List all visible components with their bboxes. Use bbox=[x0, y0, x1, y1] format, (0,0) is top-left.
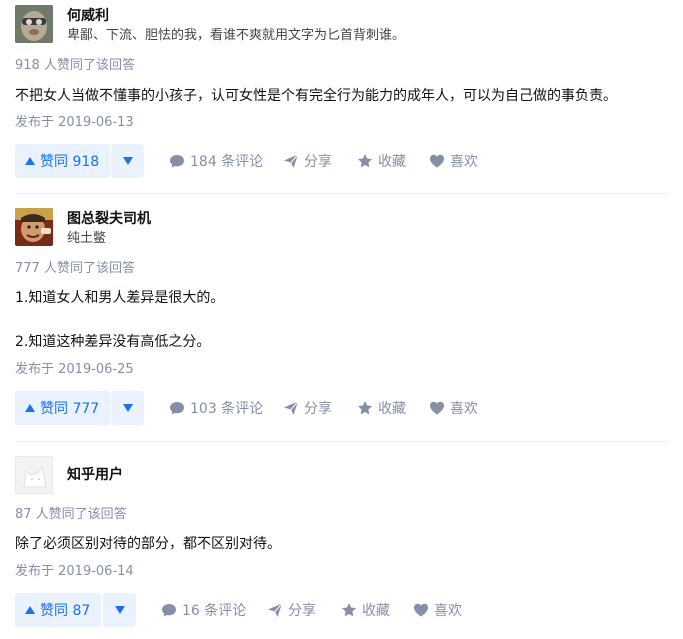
answer-item: 图总裂夫司机 纯土鳖 777 人赞同了该回答 1.知道女人和男人差异是很大的。 … bbox=[15, 208, 668, 425]
action-bar: 赞同 87 16 条评论 分享 收藏 喜欢 bbox=[15, 593, 668, 627]
author-info: 何威利 卑鄙、下流、胆怯的我，看谁不爽就用文字为匕首背刺谁。 bbox=[15, 5, 668, 49]
share-button[interactable]: 分享 bbox=[267, 593, 316, 627]
upvote-label: 赞同 87 bbox=[40, 603, 91, 619]
comments-button[interactable]: 184 条评论 bbox=[169, 144, 263, 178]
favorite-label: 收藏 bbox=[378, 401, 406, 417]
caret-up-icon bbox=[25, 157, 35, 165]
content-paragraph: 1.知道女人和男人差异是很大的。 bbox=[15, 290, 225, 306]
favorite-button[interactable]: 收藏 bbox=[341, 593, 390, 627]
share-button[interactable]: 分享 bbox=[283, 144, 332, 178]
upvote-label: 赞同 918 bbox=[40, 154, 100, 170]
caret-up-icon bbox=[25, 606, 35, 614]
like-label: 喜欢 bbox=[450, 154, 478, 170]
content-paragraph: 除了必须区别对待的部分，都不区别对待。 bbox=[15, 536, 281, 552]
heart-icon bbox=[430, 154, 444, 168]
upvote-button[interactable]: 赞同 87 bbox=[15, 593, 102, 627]
favorite-label: 收藏 bbox=[362, 603, 390, 619]
downvote-button[interactable] bbox=[103, 593, 136, 627]
comments-label: 103 条评论 bbox=[190, 401, 264, 417]
caret-down-icon bbox=[122, 404, 133, 412]
share-icon bbox=[284, 154, 299, 168]
like-button[interactable]: 喜欢 bbox=[413, 593, 462, 627]
avatar[interactable] bbox=[15, 5, 53, 43]
heart-icon bbox=[430, 401, 444, 415]
author-info: 知乎用户 bbox=[15, 456, 668, 500]
share-label: 分享 bbox=[288, 603, 316, 619]
voters-count[interactable]: 777 人赞同了该回答 bbox=[15, 260, 668, 278]
comments-button[interactable]: 16 条评论 bbox=[161, 593, 246, 627]
author-bio: 纯土鳖 bbox=[67, 231, 107, 246]
publish-date[interactable]: 发布于 2019-06-14 bbox=[15, 563, 668, 581]
publish-date[interactable]: 发布于 2019-06-25 bbox=[15, 361, 668, 379]
like-label: 喜欢 bbox=[450, 401, 478, 417]
publish-date[interactable]: 发布于 2019-06-13 bbox=[15, 114, 668, 132]
action-bar: 赞同 777 103 条评论 分享 收藏 喜欢 bbox=[15, 391, 668, 425]
answer-item: 知乎用户 87 人赞同了该回答 除了必须区别对待的部分，都不区别对待。 发布于 … bbox=[15, 456, 668, 627]
action-bar: 赞同 918 184 条评论 分享 收藏 喜欢 bbox=[15, 144, 668, 178]
avatar bbox=[15, 456, 53, 494]
divider bbox=[15, 441, 668, 442]
author-name: 知乎用户 bbox=[67, 467, 123, 483]
like-button[interactable]: 喜欢 bbox=[429, 391, 478, 425]
avatar[interactable] bbox=[15, 208, 53, 246]
comment-icon bbox=[162, 604, 176, 617]
comments-button[interactable]: 103 条评论 bbox=[169, 391, 263, 425]
answer-content[interactable]: 1.知道女人和男人差异是很大的。 2.知道这种差异没有高低之分。 bbox=[15, 286, 668, 354]
upvote-button[interactable]: 赞同 777 bbox=[15, 391, 111, 425]
star-icon bbox=[358, 154, 372, 168]
author-bio: 卑鄙、下流、胆怯的我，看谁不爽就用文字为匕首背刺谁。 bbox=[67, 28, 406, 43]
favorite-button[interactable]: 收藏 bbox=[357, 144, 406, 178]
caret-down-icon bbox=[114, 606, 125, 614]
share-button[interactable]: 分享 bbox=[283, 391, 332, 425]
author-info: 图总裂夫司机 纯土鳖 bbox=[15, 208, 668, 252]
content-paragraph: 不把女人当做不懂事的小孩子，认可女性是个有完全行为能力的成年人，可以为自己做的事… bbox=[15, 88, 617, 104]
voters-count[interactable]: 918 人赞同了该回答 bbox=[15, 57, 668, 75]
answer-item: 何威利 卑鄙、下流、胆怯的我，看谁不爽就用文字为匕首背刺谁。 918 人赞同了该… bbox=[15, 5, 668, 178]
upvote-button[interactable]: 赞同 918 bbox=[15, 144, 111, 178]
comment-icon bbox=[170, 402, 184, 415]
author-name[interactable]: 图总裂夫司机 bbox=[67, 209, 151, 229]
voters-count[interactable]: 87 人赞同了该回答 bbox=[15, 506, 668, 524]
downvote-button[interactable] bbox=[111, 144, 144, 178]
content-paragraph: 2.知道这种差异没有高低之分。 bbox=[15, 334, 211, 350]
favorite-button[interactable]: 收藏 bbox=[357, 391, 406, 425]
share-icon bbox=[268, 603, 283, 617]
caret-up-icon bbox=[25, 404, 35, 412]
share-label: 分享 bbox=[304, 401, 332, 417]
divider bbox=[15, 193, 668, 194]
share-icon bbox=[284, 401, 299, 415]
star-icon bbox=[342, 603, 356, 617]
downvote-button[interactable] bbox=[111, 391, 144, 425]
comments-label: 16 条评论 bbox=[182, 603, 247, 619]
favorite-label: 收藏 bbox=[378, 154, 406, 170]
caret-down-icon bbox=[122, 157, 133, 165]
answer-content[interactable]: 除了必须区别对待的部分，都不区别对待。 bbox=[15, 532, 668, 556]
upvote-label: 赞同 777 bbox=[40, 401, 100, 417]
answer-content[interactable]: 不把女人当做不懂事的小孩子，认可女性是个有完全行为能力的成年人，可以为自己做的事… bbox=[15, 84, 668, 108]
heart-icon bbox=[414, 603, 428, 617]
like-button[interactable]: 喜欢 bbox=[429, 144, 478, 178]
author-name[interactable]: 何威利 bbox=[67, 6, 109, 26]
comment-icon bbox=[170, 155, 184, 168]
comments-label: 184 条评论 bbox=[190, 154, 264, 170]
share-label: 分享 bbox=[304, 154, 332, 170]
like-label: 喜欢 bbox=[434, 603, 462, 619]
star-icon bbox=[358, 401, 372, 415]
